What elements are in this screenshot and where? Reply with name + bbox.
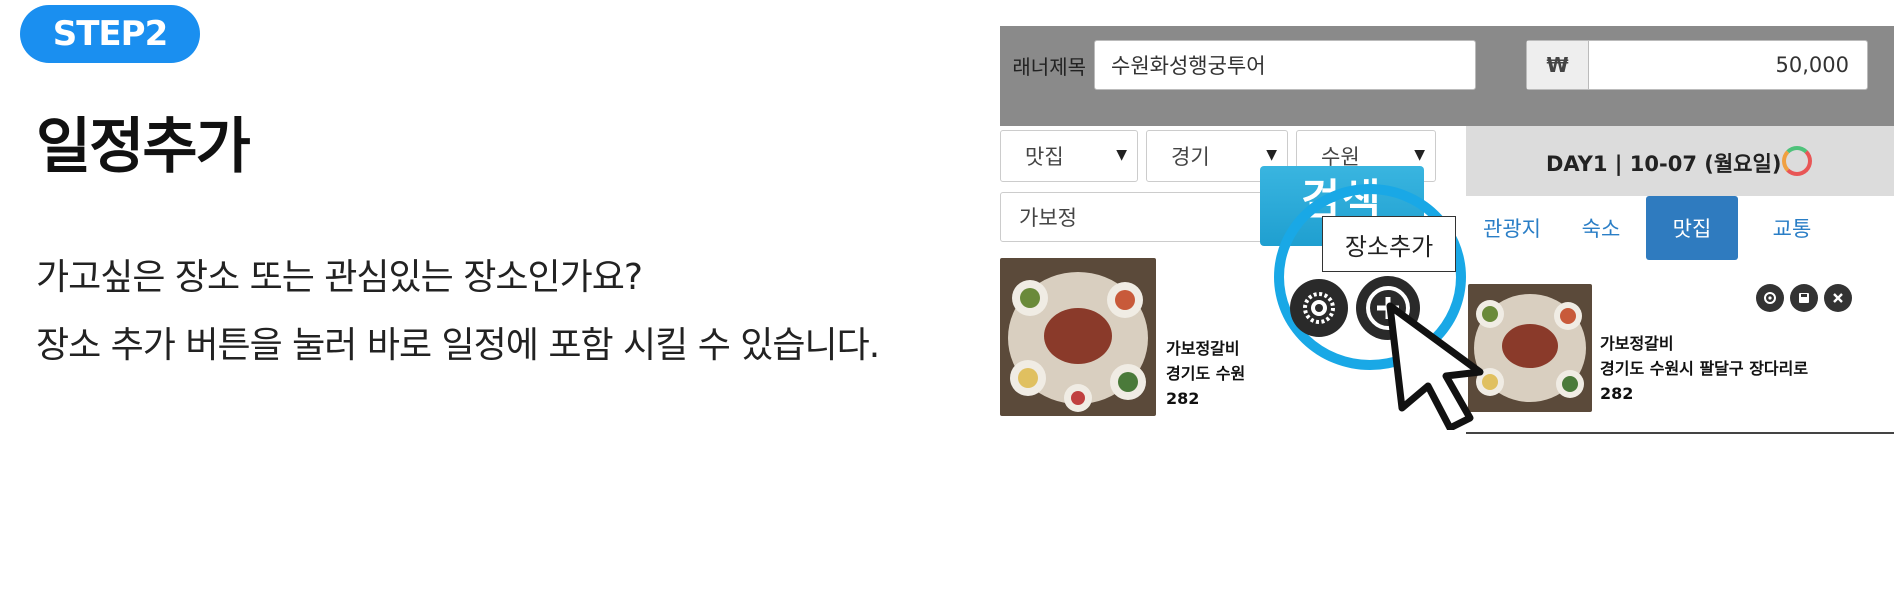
left-result-name: 가보정갈비 (1166, 339, 1240, 358)
planner-title-input[interactable]: 수원화성행궁투어 (1094, 40, 1476, 90)
add-place-tooltip: 장소추가 (1322, 216, 1456, 272)
close-icon[interactable] (1824, 284, 1852, 312)
right-result-name: 가보정갈비 (1600, 334, 1674, 353)
tab-transport[interactable]: 교통 (1742, 196, 1842, 260)
left-result-number: 282 (1166, 389, 1200, 408)
category-select-value: 맛집 (1025, 145, 1064, 169)
category-select[interactable]: 맛집 ▼ (1000, 130, 1138, 182)
loading-spinner-icon (1782, 146, 1812, 176)
day-header: DAY1 | 10-07 (월요일) (1466, 126, 1894, 196)
province-select-value: 경기 (1171, 145, 1210, 169)
left-result-address: 경기도 수원 (1166, 364, 1246, 383)
planner-title-label: 래너제목 (1012, 54, 1086, 79)
won-currency-icon: ₩ (1527, 41, 1589, 89)
chevron-down-icon: ▼ (1414, 147, 1425, 163)
left-result-info: 가보정갈비 경기도 수원 282 (1166, 336, 1246, 411)
restaurant-photo[interactable] (1000, 258, 1156, 416)
target-icon[interactable] (1756, 284, 1784, 312)
description-line-2: 장소 추가 버튼을 눌러 바로 일정에 포함 시킬 수 있습니다. (36, 325, 880, 366)
category-tabs: 관광지 숙소 맛집 교통 (1466, 196, 1894, 260)
budget-field[interactable]: ₩ 50,000 (1526, 40, 1868, 90)
save-icon[interactable] (1790, 284, 1818, 312)
search-input[interactable]: 가보정 (1000, 192, 1270, 242)
divider (1466, 432, 1894, 434)
tab-sightseeing[interactable]: 관광지 (1466, 196, 1558, 260)
right-result-address: 경기도 수원시 팔달구 장다리로 (1600, 359, 1809, 378)
chevron-down-icon: ▼ (1116, 147, 1127, 163)
card-actions (1756, 284, 1856, 314)
right-result-number: 282 (1600, 384, 1634, 403)
chevron-down-icon: ▼ (1266, 147, 1277, 163)
gear-icon[interactable] (1290, 279, 1348, 337)
planner-header-bar: 래너제목 수원화성행궁투어 ₩ 50,000 (1000, 26, 1894, 126)
right-result-info: 가보정갈비 경기도 수원시 팔달구 장다리로 282 (1600, 331, 1808, 406)
tab-restaurants[interactable]: 맛집 (1646, 196, 1738, 260)
page-title: 일정추가 (36, 112, 251, 182)
step-badge: STEP2 (20, 5, 200, 63)
day-label: DAY1 | 10-07 (월요일) (1546, 152, 1782, 176)
mouse-pointer-icon (1384, 300, 1504, 432)
budget-value: 50,000 (1775, 53, 1849, 77)
description-line-1: 가고싶은 장소 또는 관심있는 장소인가요? (36, 257, 643, 298)
tab-lodging[interactable]: 숙소 (1562, 196, 1640, 260)
